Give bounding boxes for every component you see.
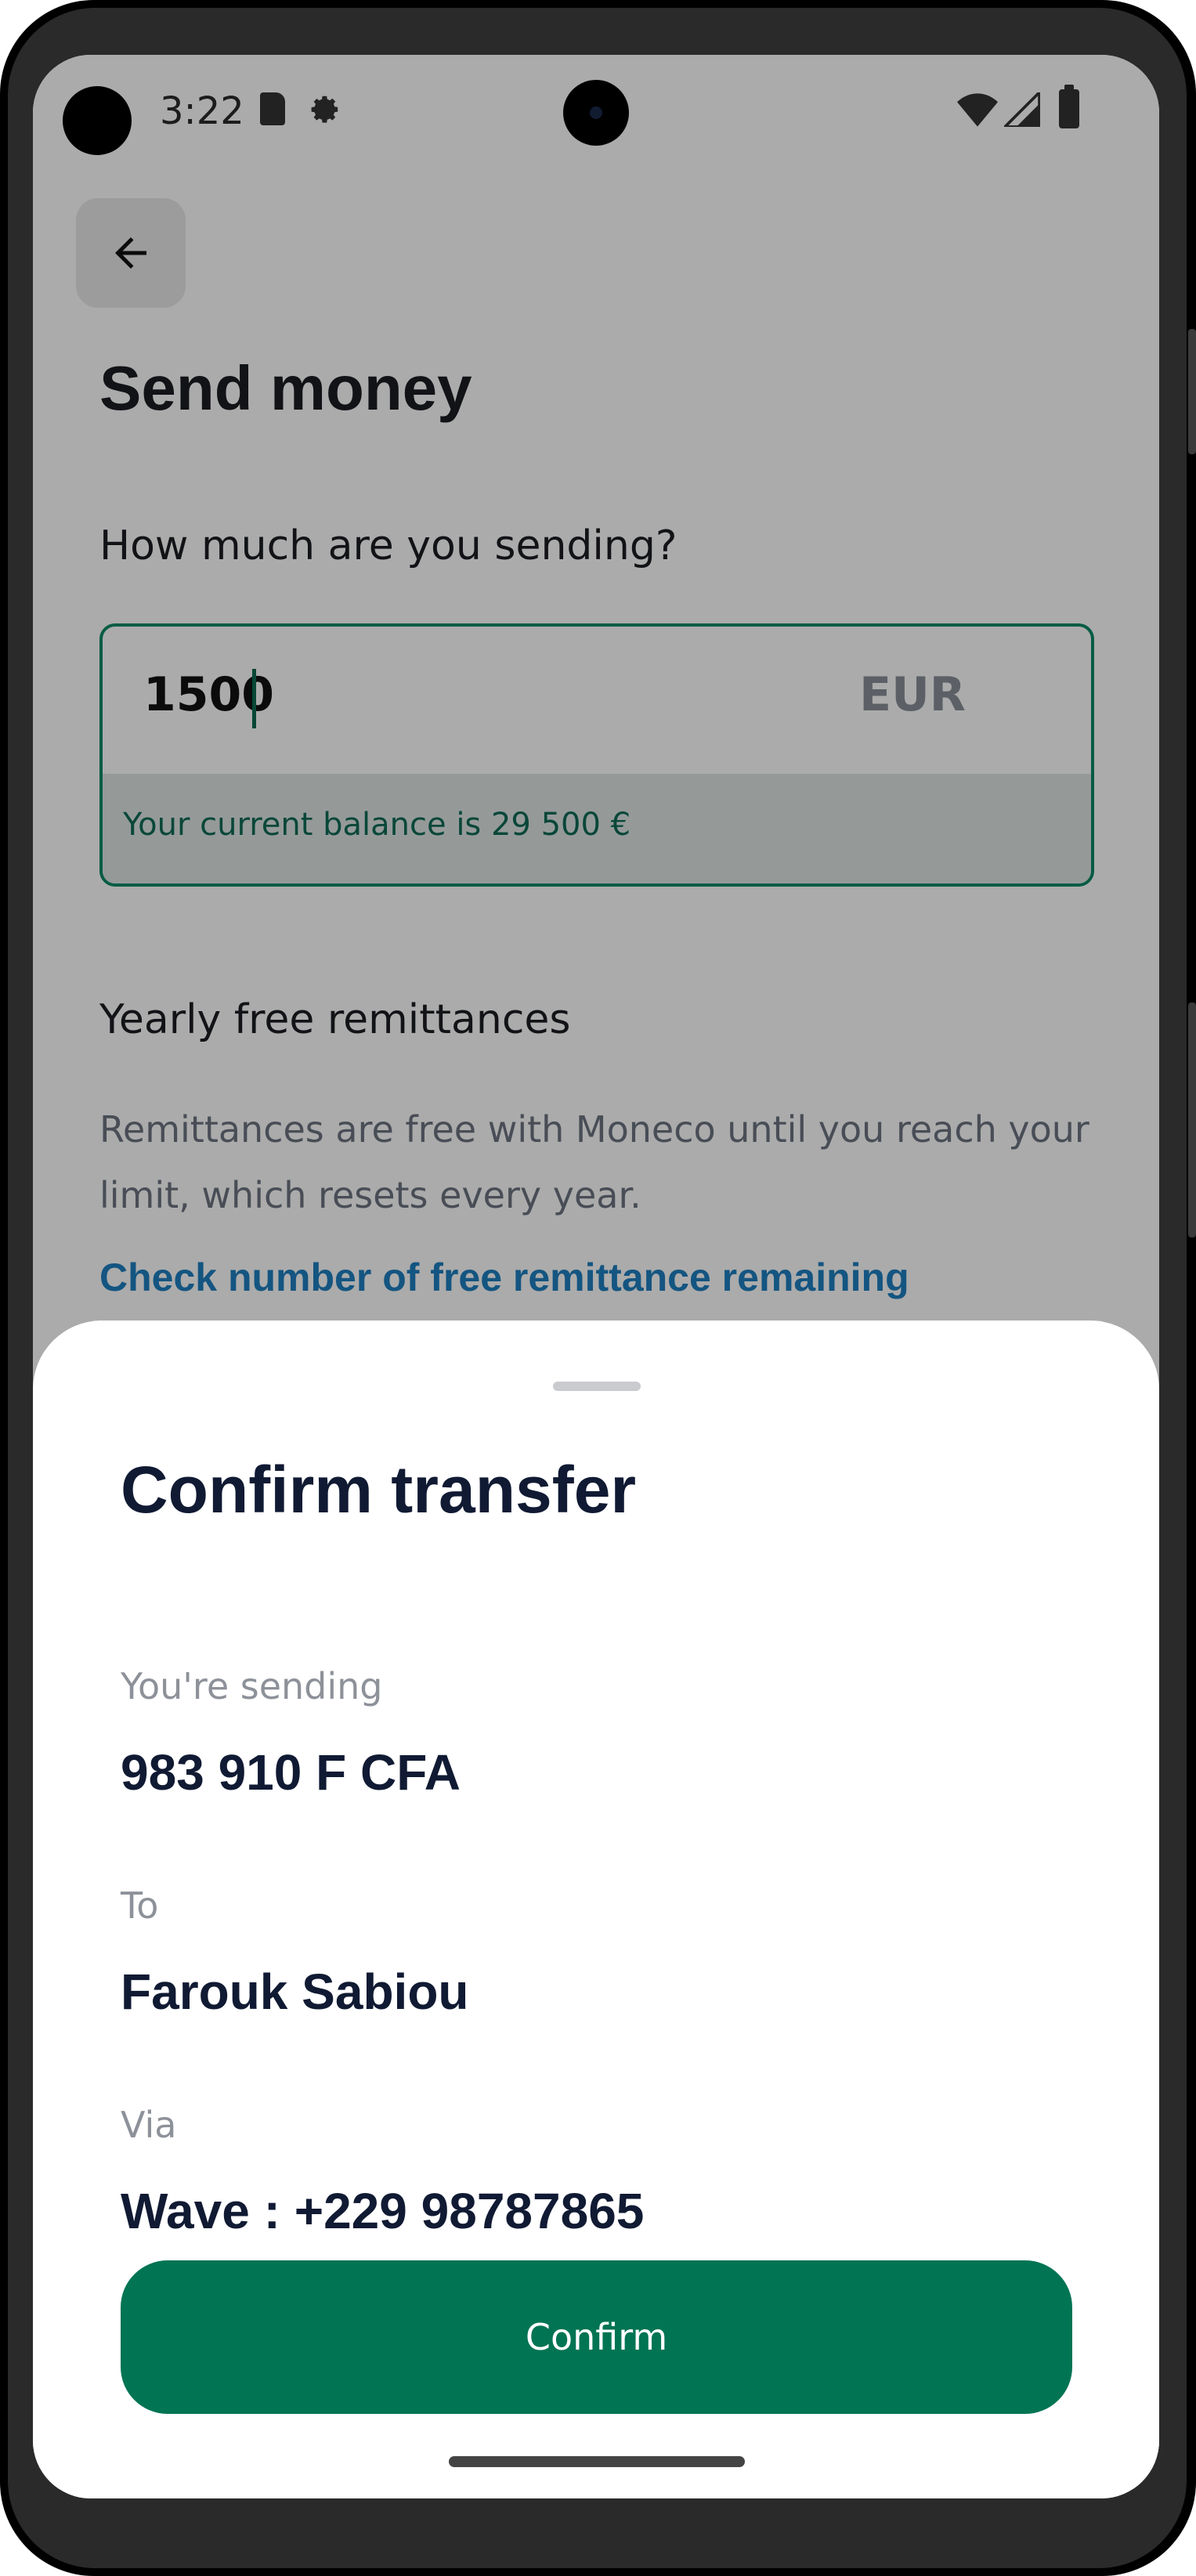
text-cursor	[252, 669, 256, 728]
amount-question: How much are you sending?	[99, 522, 677, 569]
front-camera	[563, 80, 629, 146]
confirm-button-label: Confirm	[525, 2316, 668, 2358]
home-indicator[interactable]	[449, 2456, 745, 2467]
power-button	[1188, 329, 1196, 454]
device-frame: Send money How much are you sending? 150…	[0, 0, 1196, 2576]
battery-icon	[1059, 85, 1079, 128]
gear-icon	[311, 96, 338, 123]
sending-label: You're sending	[121, 1665, 383, 1707]
status-time: 3:22	[160, 89, 244, 133]
balance-strip: Your current balance is 29 500 €	[103, 774, 1091, 883]
balance-text: Your current balance is 29 500 €	[123, 807, 631, 843]
arrow-left-icon	[115, 237, 146, 269]
recipient-label: To	[121, 1884, 159, 1927]
signal-icon	[1004, 92, 1040, 127]
amount-field[interactable]: 1500 EUR Your current balance is 29 500 …	[99, 623, 1094, 887]
volume-button	[1188, 1003, 1196, 1237]
sheet-drag-handle[interactable]	[553, 1382, 641, 1391]
sending-amount: 983 910 F CFA	[121, 1744, 461, 1801]
wifi-icon	[957, 93, 998, 127]
recipient-name: Farouk Sabiou	[121, 1964, 469, 2020]
camera-cutout	[63, 86, 132, 155]
currency-label: EUR	[859, 667, 966, 722]
phone-screen: Send money How much are you sending? 150…	[33, 55, 1159, 2498]
sheet-title: Confirm transfer	[121, 1453, 637, 1526]
sd-card-icon	[260, 92, 285, 125]
confirm-button[interactable]: Confirm	[121, 2260, 1072, 2414]
via-label: Via	[121, 2104, 177, 2146]
remittances-title: Yearly free remittances	[99, 996, 571, 1043]
confirm-transfer-sheet: Confirm transfer You're sending 983 910 …	[33, 1321, 1159, 2498]
status-bar: 3:22	[33, 55, 1159, 164]
page-title: Send money	[99, 353, 472, 423]
check-remittances-link[interactable]: Check number of free remittance remainin…	[99, 1255, 909, 1300]
via-method: Wave : +229 98787865	[121, 2183, 645, 2239]
remittances-description: Remittances are free with Moneco until y…	[99, 1108, 1089, 1216]
back-button[interactable]	[76, 198, 186, 308]
